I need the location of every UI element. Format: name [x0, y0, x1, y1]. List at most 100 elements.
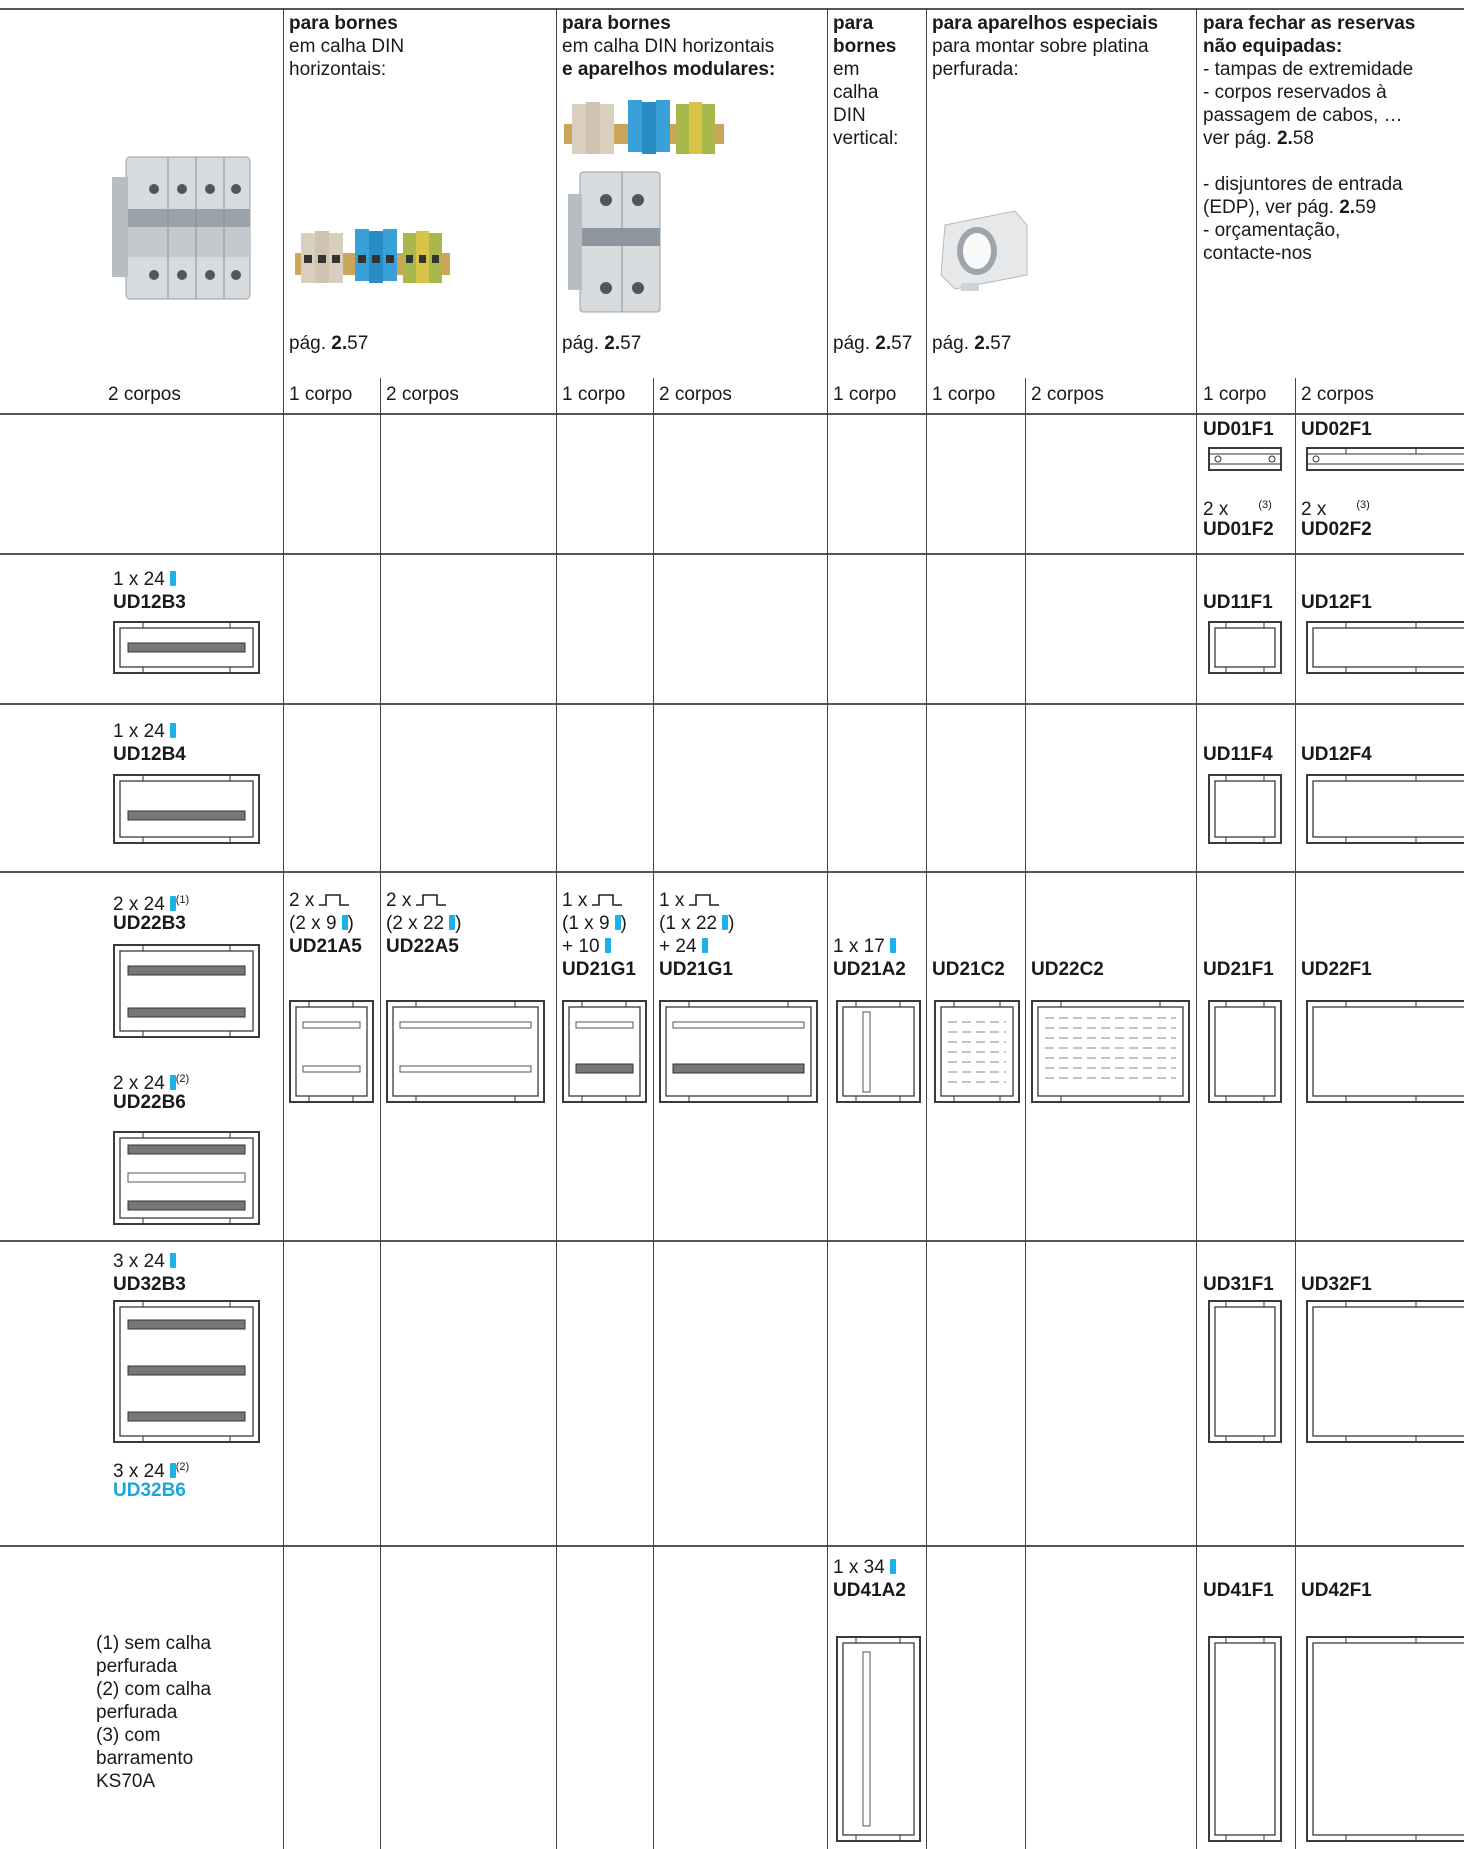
col-title: para aparelhos especiais [932, 13, 1159, 34]
end-cover-diagram [1306, 447, 1464, 471]
subcol-divider [1295, 378, 1296, 1849]
footnote-line: (2) com calha [96, 1679, 212, 1700]
quantity-text: (2 x 22 [386, 913, 445, 934]
page-ref-bold: 2. [1276, 128, 1293, 149]
module-marker-icon [169, 1253, 176, 1268]
quantity-label: (1 x 9) [562, 912, 627, 935]
footnote-ref: (3) [1356, 499, 1370, 511]
quantity-label: 2 x (3) [1203, 494, 1272, 521]
footnote-line: (3) com [96, 1725, 161, 1746]
bodies-label: 2 corpos [1031, 384, 1104, 405]
product-code: UD21G1 [562, 959, 636, 980]
quantity-text: + 10 [562, 936, 600, 957]
footnote-line: KS70A [96, 1771, 156, 1792]
quantity-text: 2 x [386, 890, 412, 911]
rule-row3 [0, 871, 1464, 873]
footnote-line: barramento [96, 1748, 194, 1769]
page-ref-bold: 2. [875, 333, 892, 354]
quantity-label: 1 x [562, 889, 623, 912]
quantity-label: 1 x 17 [833, 935, 896, 958]
page-ref-prefix: (EDP), ver pág. [1203, 197, 1340, 218]
vertical-rail-panel-diagram [836, 1636, 921, 1842]
perforated-plate-diagram [1031, 1000, 1190, 1103]
col-title: não equipadas: [1203, 36, 1343, 57]
bodies-label: 2 corpos [659, 384, 732, 405]
product-code: UD01F2 [1203, 519, 1274, 540]
modular-breaker-photo [568, 171, 661, 313]
terminal-blocks-photo [564, 100, 724, 154]
page-ref-num: 57 [620, 333, 642, 354]
product-code: UD21A2 [833, 959, 906, 980]
circuit-breaker-photo [112, 156, 251, 300]
subcol-divider [1025, 378, 1026, 1849]
product-code: UD22B6 [113, 1092, 186, 1113]
product-code: UD01F1 [1203, 419, 1274, 440]
page-ref-prefix: pág. [289, 333, 332, 354]
perforated-plate-diagram [934, 1000, 1020, 1103]
module-marker-icon [889, 938, 896, 953]
product-code: UD41F1 [1203, 1580, 1274, 1601]
col-text: perfurada: [932, 59, 1019, 80]
product-code: UD11F4 [1203, 744, 1273, 765]
blank-cover-diagram [1306, 1300, 1464, 1443]
module-marker-icon [169, 723, 176, 738]
product-code: UD12F1 [1301, 592, 1372, 613]
col-title: para bornes [289, 13, 398, 34]
quantity-label: (2 x 9) [289, 912, 354, 935]
subcol-divider [653, 378, 654, 1849]
product-code: UD12B4 [113, 744, 186, 765]
subcol-divider [380, 378, 381, 1849]
product-code: UD21F1 [1203, 959, 1274, 980]
bodies-label: 2 corpos [1301, 384, 1374, 405]
catalog-table: para bornes em calha DIN horizontais: pá… [0, 0, 1464, 1849]
rail-panel-diagram [113, 1300, 260, 1443]
bodies-label: 2 corpos [108, 384, 181, 405]
col-text: vertical: [833, 128, 899, 149]
quantity-text: 1 x 17 [833, 936, 885, 957]
page-ref: pág. 2.57 [833, 332, 912, 355]
blank-cover-diagram [1208, 621, 1282, 674]
quantity-text: 3 x 24 [113, 1251, 165, 1272]
module-marker-icon [169, 571, 176, 586]
bodies-label: 1 corpo [932, 384, 996, 405]
col-text: contacte-nos [1203, 243, 1312, 264]
bodies-label: 2 corpos [386, 384, 459, 405]
rail-panel-diagram [113, 621, 260, 674]
rule-top [0, 8, 1464, 10]
quantity-text: 1 x [659, 890, 685, 911]
footnote-line: (1) sem calha [96, 1633, 212, 1654]
quantity-label: (1 x 22) [659, 912, 734, 935]
page-ref-num: 58 [1292, 128, 1314, 149]
rule-row1 [0, 553, 1464, 555]
quantity-text: (1 x 22 [659, 913, 718, 934]
col-title: para bornes [562, 13, 671, 34]
page-ref: (EDP), ver pág. 2.59 [1203, 196, 1376, 219]
paren: ) [347, 913, 354, 934]
blank-cover-diagram [1208, 1636, 1282, 1842]
product-code: UD32F1 [1301, 1274, 1372, 1295]
terminal-panel-diagram [289, 1000, 374, 1103]
quantity-label: (2 x 22) [386, 912, 461, 935]
page-ref-bold: 2. [331, 333, 348, 354]
quantity-text: 2 x [1203, 499, 1229, 520]
page-ref-prefix: pág. [562, 333, 605, 354]
col-text: e aparelhos modulares: [562, 59, 776, 80]
col-title: para fechar as reservas [1203, 13, 1416, 34]
page-ref-num: 57 [891, 333, 913, 354]
terminal-pulse-icon [416, 894, 447, 906]
col-divider [827, 8, 828, 1849]
blank-cover-diagram [1306, 1636, 1464, 1842]
col-title: para [833, 13, 874, 34]
footnote-line: perfurada [96, 1702, 178, 1723]
terminal-blocks-photo [295, 229, 450, 283]
page-ref-prefix: pág. [833, 333, 876, 354]
footnote-ref: (3) [1258, 499, 1272, 511]
quantity-label: 1 x 34 [833, 1556, 896, 1579]
bodies-label: 1 corpo [1203, 384, 1267, 405]
page-ref: pág. 2.57 [289, 332, 368, 355]
quantity-label: 1 x 24 [113, 568, 176, 591]
product-code: UD32B3 [113, 1274, 186, 1295]
page-ref-prefix: ver pág. [1203, 128, 1277, 149]
page-ref-num: 57 [990, 333, 1012, 354]
quantity-label: 1 x 24 [113, 720, 176, 743]
